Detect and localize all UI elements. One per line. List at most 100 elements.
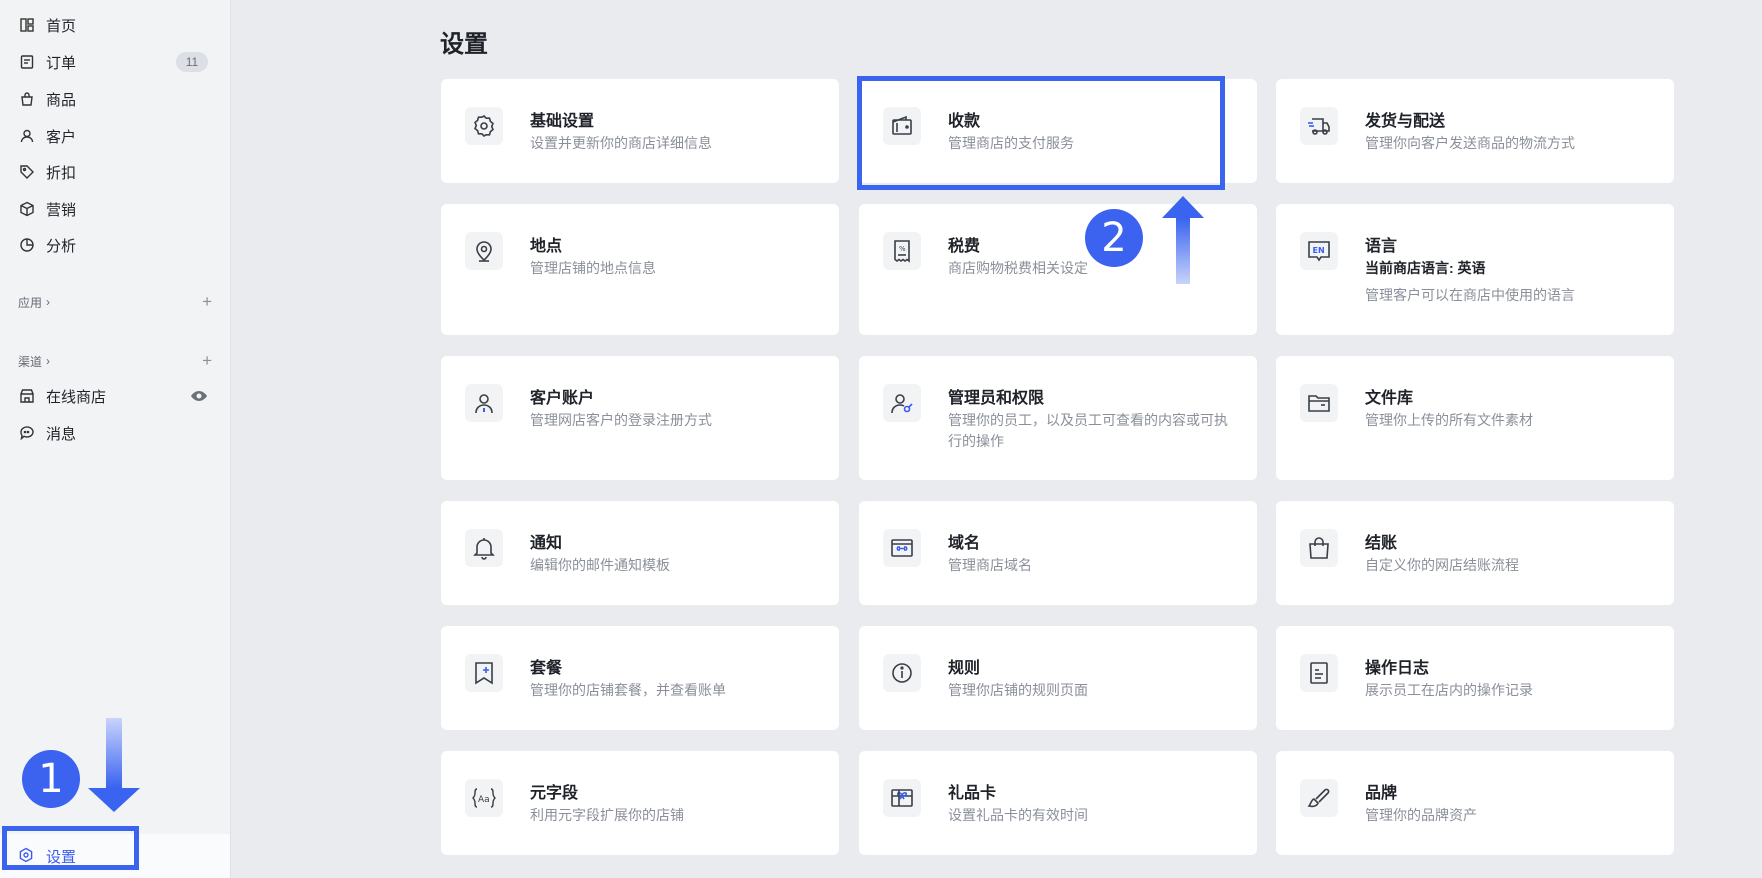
settings-card-metafields[interactable]: Aa 元字段 利用元字段扩展你的店铺: [441, 751, 839, 855]
card-description: 设置礼品卡的有效时间: [948, 807, 1088, 823]
tax-receipt-icon: %: [883, 232, 921, 270]
sidebar-item-label: 订单: [46, 54, 77, 72]
sidebar-item-marketing[interactable]: 营销: [0, 194, 230, 224]
card-title: 通知: [530, 535, 563, 552]
folder-icon: [1300, 384, 1338, 422]
step1-badge: 1: [22, 750, 80, 808]
settings-card-files[interactable]: 文件库 管理你上传的所有文件素材: [1276, 356, 1674, 480]
down-arrow-icon: [88, 718, 140, 812]
eye-icon[interactable]: [190, 388, 208, 404]
card-description: 管理你的店铺套餐，并查看账单: [530, 682, 726, 698]
svg-text:%: %: [899, 245, 906, 253]
settings-card-checkout[interactable]: 结账 自定义你的网店结账流程: [1276, 501, 1674, 605]
apps-group-header[interactable]: 应用 › +: [18, 291, 212, 313]
current-language-text: 当前商店语言: 英语: [1365, 260, 1486, 276]
card-title: 基础设置: [530, 113, 595, 130]
step2-badge: 2: [1085, 209, 1143, 267]
info-icon: [883, 654, 921, 692]
user-icon: [18, 127, 36, 145]
settings-card-language[interactable]: EN 语言 当前商店语言: 英语 管理客户可以在商店中使用的语言: [1276, 204, 1674, 335]
settings-card-admins[interactable]: 管理员和权限 管理你的员工，以及员工可查看的内容或可执行的操作: [859, 356, 1257, 480]
order-icon: [18, 53, 36, 71]
card-title: 税费: [948, 238, 981, 255]
settings-card-plans[interactable]: 套餐 管理你的店铺套餐，并查看账单: [441, 626, 839, 730]
tag-icon: [18, 163, 36, 181]
apps-group-label: 应用: [18, 295, 43, 310]
card-description: 管理商店域名: [948, 557, 1032, 573]
card-title: 礼品卡: [948, 785, 997, 802]
settings-card-domains[interactable]: 域名 管理商店域名: [859, 501, 1257, 605]
settings-card-basic[interactable]: 基础设置 设置并更新你的商店详细信息: [441, 79, 839, 183]
metafield-icon: Aa: [465, 779, 503, 817]
log-document-icon: [1300, 654, 1338, 692]
card-description: 管理店铺的地点信息: [530, 260, 656, 276]
box-icon: [18, 200, 36, 218]
gift-card-icon: [883, 779, 921, 817]
card-title: 客户账户: [530, 390, 595, 407]
sidebar-item-online-store[interactable]: 在线商店: [0, 381, 230, 411]
add-app-icon[interactable]: +: [202, 292, 212, 312]
customer-account-icon: [465, 384, 503, 422]
language-en-icon: EN: [1300, 232, 1338, 270]
settings-card-gift-cards[interactable]: 礼品卡 设置礼品卡的有效时间: [859, 751, 1257, 855]
sidebar-item-analytics[interactable]: 分析: [0, 230, 230, 260]
card-title: 文件库: [1365, 390, 1414, 407]
card-title: 管理员和权限: [948, 390, 1045, 407]
sidebar-item-messages[interactable]: 消息: [0, 418, 230, 448]
card-description: 管理你的员工，以及员工可查看的内容或可执行的操作: [948, 412, 1228, 449]
settings-card-notifications[interactable]: 通知 编辑你的邮件通知模板: [441, 501, 839, 605]
dashboard-icon: [18, 16, 36, 34]
settings-card-activity-log[interactable]: 操作日志 展示员工在店内的操作记录: [1276, 626, 1674, 730]
sidebar-item-label: 消息: [46, 425, 77, 443]
admin-key-icon: [883, 384, 921, 422]
domain-link-icon: [883, 529, 921, 567]
sidebar-item-label: 首页: [46, 17, 77, 35]
truck-icon: [1300, 107, 1338, 145]
sidebar-item-home[interactable]: 首页: [0, 10, 230, 40]
channels-group-header[interactable]: 渠道 › +: [18, 350, 212, 372]
gear-icon: [465, 107, 503, 145]
sidebar-item-label: 商品: [46, 91, 77, 109]
up-arrow-icon: [1162, 196, 1204, 284]
card-title: 结账: [1365, 535, 1398, 552]
card-description: 设置并更新你的商店详细信息: [530, 135, 712, 151]
bag-icon: [18, 90, 36, 108]
location-pin-icon: [465, 232, 503, 270]
sidebar-item-discounts[interactable]: 折扣: [0, 157, 230, 187]
chevron-right-icon: ›: [46, 295, 51, 309]
settings-card-shipping[interactable]: 发货与配送 管理你向客户发送商品的物流方式: [1276, 79, 1674, 183]
shopping-bag-icon: [1300, 529, 1338, 567]
card-title: 语言: [1365, 238, 1398, 255]
sidebar-item-label: 客户: [46, 128, 77, 146]
store-icon: [18, 387, 36, 405]
card-title: 发货与配送: [1365, 113, 1446, 130]
svg-text:Aa: Aa: [478, 795, 490, 805]
plan-bookmark-icon: [465, 654, 503, 692]
chat-icon: [18, 424, 36, 442]
card-description: 管理你的品牌资产: [1365, 807, 1477, 823]
sidebar-item-label: 在线商店: [46, 388, 107, 406]
card-description: 自定义你的网店结账流程: [1365, 557, 1519, 573]
card-title: 域名: [948, 535, 981, 552]
svg-text:EN: EN: [1313, 246, 1325, 255]
settings-card-locations[interactable]: 地点 管理店铺的地点信息: [441, 204, 839, 335]
add-channel-icon[interactable]: +: [202, 351, 212, 371]
sidebar-item-products[interactable]: 商品: [0, 84, 230, 114]
card-title: 品牌: [1365, 785, 1398, 802]
sidebar-item-orders[interactable]: 订单 11: [0, 47, 230, 77]
card-description: 管理你店铺的规则页面: [948, 682, 1088, 698]
settings-card-brand[interactable]: 品牌 管理你的品牌资产: [1276, 751, 1674, 855]
pie-chart-icon: [18, 236, 36, 254]
card-title: 规则: [948, 660, 981, 677]
channels-group-label: 渠道: [18, 354, 43, 369]
step1-highlight-box: [2, 826, 139, 870]
card-title: 套餐: [530, 660, 563, 677]
card-description: 利用元字段扩展你的店铺: [530, 807, 684, 823]
settings-card-policies[interactable]: 规则 管理你店铺的规则页面: [859, 626, 1257, 730]
chevron-right-icon: ›: [46, 354, 51, 368]
brand-brush-icon: [1300, 779, 1338, 817]
card-title: 地点: [530, 238, 563, 255]
settings-card-customer-accounts[interactable]: 客户账户 管理网店客户的登录注册方式: [441, 356, 839, 480]
card-description: 管理网店客户的登录注册方式: [530, 412, 712, 428]
sidebar-item-customers[interactable]: 客户: [0, 121, 230, 151]
